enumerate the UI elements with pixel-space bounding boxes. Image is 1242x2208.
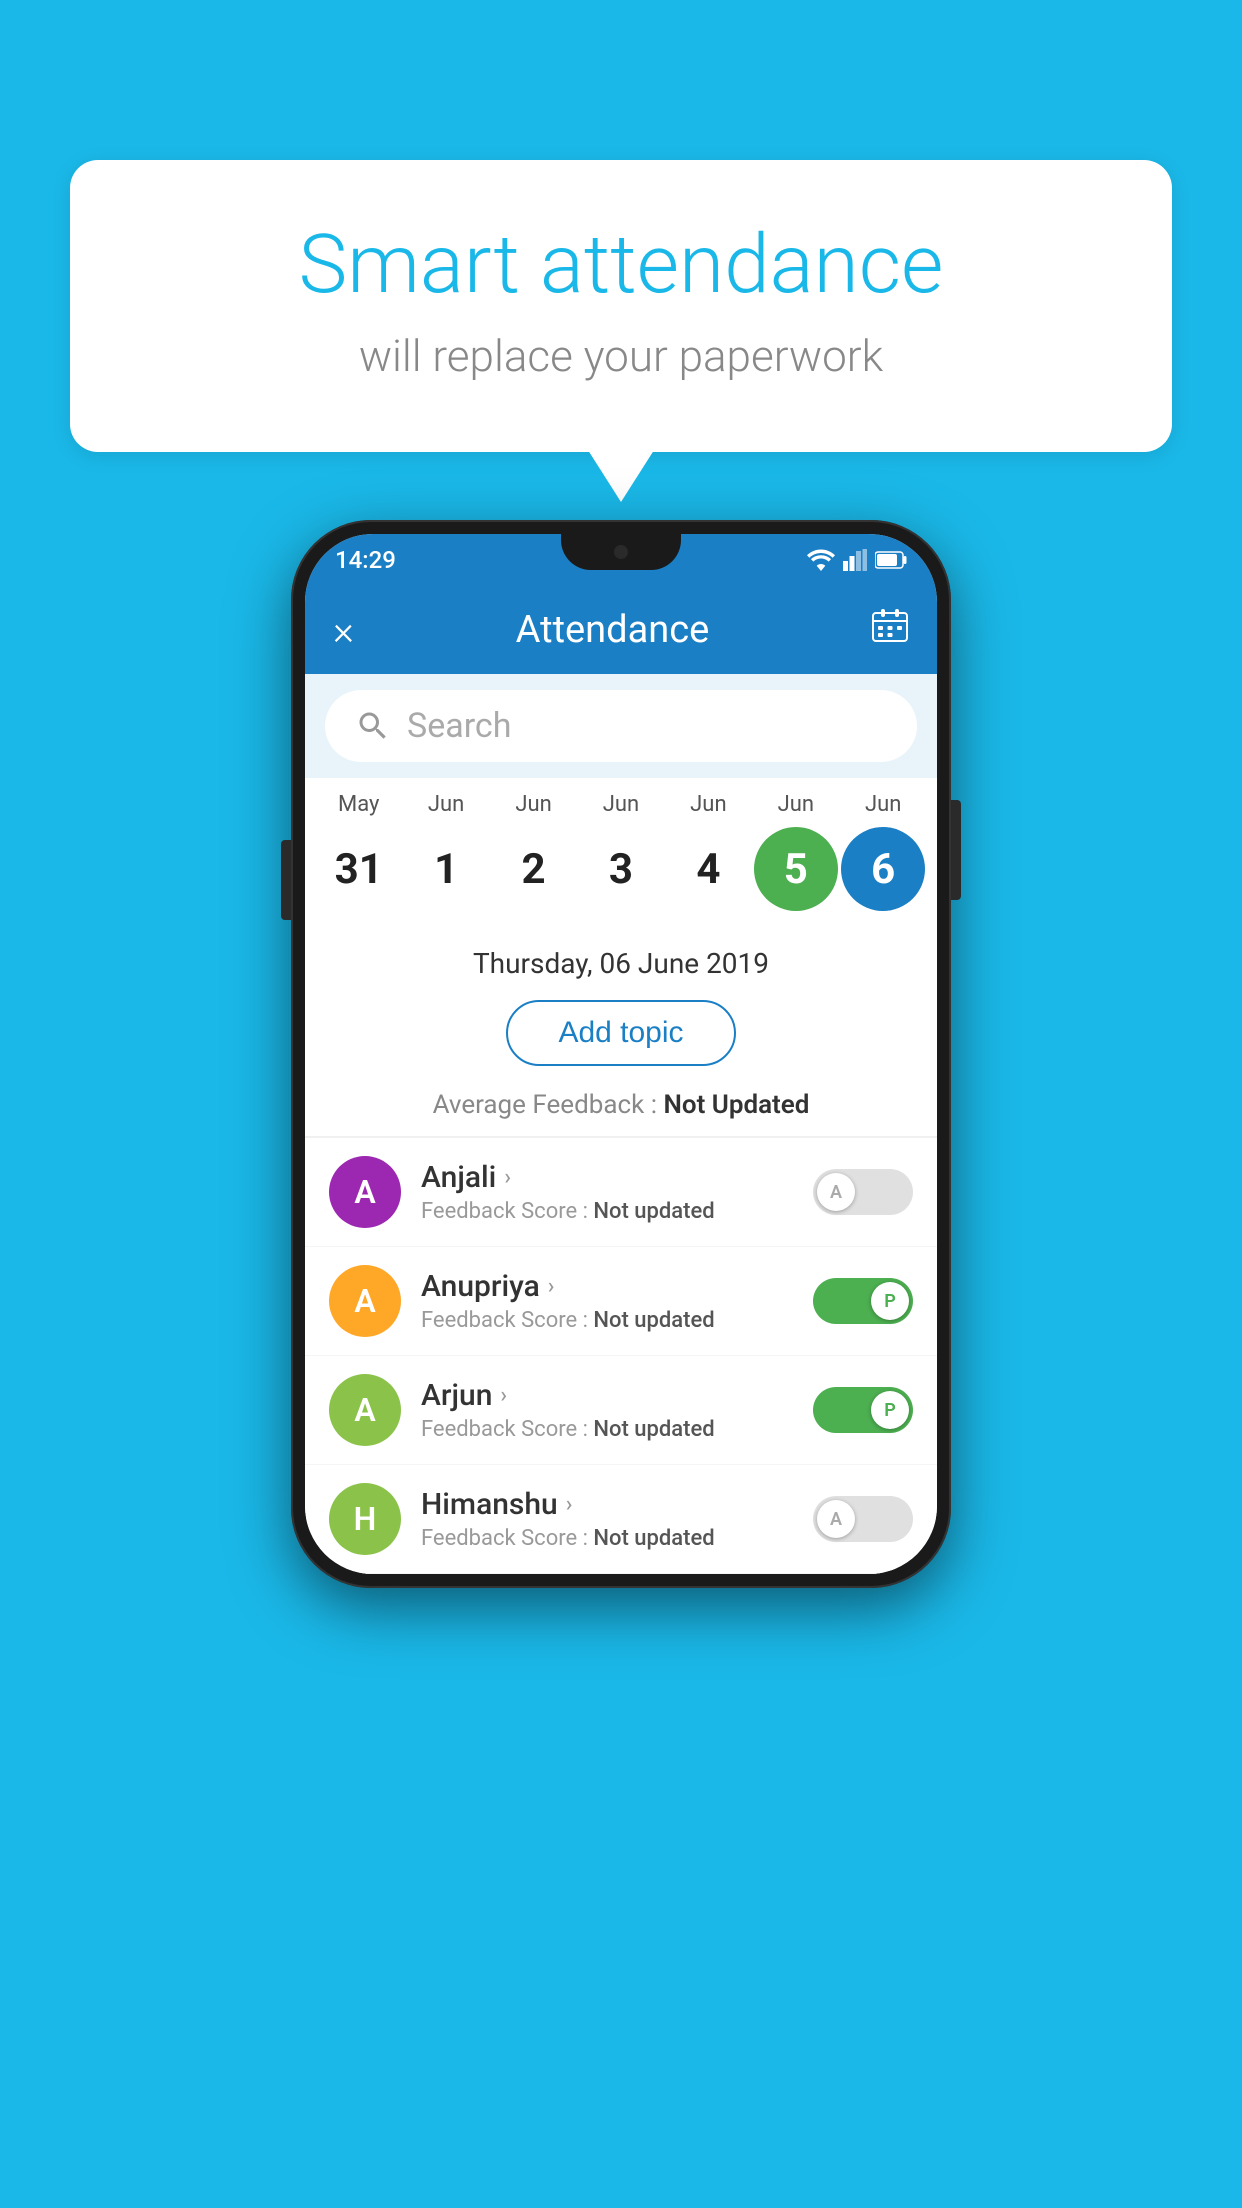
month-0: May <box>317 788 401 821</box>
date-31[interactable]: 31 <box>317 827 401 911</box>
student-info-anupriya[interactable]: Anupriya › Feedback Score : Not updated <box>421 1269 793 1333</box>
toggle-switch-anupriya[interactable]: P <box>813 1278 913 1324</box>
search-placeholder: Search <box>407 706 511 746</box>
toggle-knob-anjali: A <box>817 1173 855 1211</box>
bubble-title: Smart attendance <box>150 220 1092 310</box>
avatar-himanshu: H <box>329 1483 401 1555</box>
month-2: Jun <box>492 788 576 821</box>
chevron-anjali: › <box>504 1165 511 1190</box>
toggle-knob-himanshu: A <box>817 1500 855 1538</box>
toggle-knob-anupriya: P <box>871 1282 909 1320</box>
toggle-anjali[interactable]: A <box>813 1169 913 1215</box>
student-item-anjali: A Anjali › Feedback Score : Not updated … <box>305 1138 937 1247</box>
search-bar[interactable]: Search <box>325 690 917 762</box>
student-item-himanshu: H Himanshu › Feedback Score : Not update… <box>305 1465 937 1574</box>
student-score-anjali: Feedback Score : Not updated <box>421 1199 793 1224</box>
calendar-button[interactable] <box>871 607 909 654</box>
student-item-arjun: A Arjun › Feedback Score : Not updated P <box>305 1356 937 1465</box>
speech-bubble-container: Smart attendance will replace your paper… <box>70 160 1172 452</box>
date-3[interactable]: 3 <box>579 827 663 911</box>
date-4[interactable]: 4 <box>666 827 750 911</box>
toggle-himanshu[interactable]: A <box>813 1496 913 1542</box>
student-score-arjun: Feedback Score : Not updated <box>421 1417 793 1442</box>
chevron-arjun: › <box>500 1383 507 1408</box>
toggle-switch-anjali[interactable]: A <box>813 1169 913 1215</box>
avatar-anupriya: A <box>329 1265 401 1337</box>
feedback-line: Average Feedback : Not Updated <box>305 1084 937 1136</box>
wifi-icon <box>807 549 835 571</box>
student-info-himanshu[interactable]: Himanshu › Feedback Score : Not updated <box>421 1487 793 1551</box>
student-list: A Anjali › Feedback Score : Not updated … <box>305 1138 937 1574</box>
header-title: Attendance <box>516 608 710 652</box>
month-5: Jun <box>754 788 838 821</box>
student-item-anupriya: A Anupriya › Feedback Score : Not update… <box>305 1247 937 1356</box>
phone-outer: 14:29 <box>291 520 951 1588</box>
search-bar-wrap: Search <box>305 674 937 778</box>
phone-screen: 14:29 <box>305 534 937 1574</box>
date-label: Thursday, 06 June 2019 <box>305 931 937 990</box>
feedback-label: Average Feedback : <box>433 1090 664 1120</box>
month-4: Jun <box>666 788 750 821</box>
toggle-anupriya[interactable]: P <box>813 1278 913 1324</box>
month-3: Jun <box>579 788 663 821</box>
notch <box>561 534 681 570</box>
phone-wrapper: 14:29 <box>291 520 951 1588</box>
status-time: 14:29 <box>335 546 396 574</box>
speech-bubble: Smart attendance will replace your paper… <box>70 160 1172 452</box>
toggle-switch-himanshu[interactable]: A <box>813 1496 913 1542</box>
feedback-value: Not Updated <box>663 1090 809 1120</box>
student-score-himanshu: Feedback Score : Not updated <box>421 1526 793 1551</box>
add-topic-section: Add topic <box>305 990 937 1084</box>
date-5-today[interactable]: 5 <box>754 827 838 911</box>
add-topic-button[interactable]: Add topic <box>506 1000 735 1066</box>
battery-icon <box>875 551 907 569</box>
date-1[interactable]: 1 <box>404 827 488 911</box>
month-1: Jun <box>404 788 488 821</box>
toggle-switch-arjun[interactable]: P <box>813 1387 913 1433</box>
month-row: May Jun Jun Jun Jun Jun Jun <box>305 788 937 821</box>
avatar-anjali: A <box>329 1156 401 1228</box>
student-name-arjun: Arjun › <box>421 1378 793 1413</box>
bubble-subtitle: will replace your paperwork <box>150 330 1092 382</box>
student-name-himanshu: Himanshu › <box>421 1487 793 1522</box>
toggle-arjun[interactable]: P <box>813 1387 913 1433</box>
month-6: Jun <box>841 788 925 821</box>
app-header: × Attendance <box>305 586 937 674</box>
calendar-icon <box>871 607 909 645</box>
date-row: 31 1 2 3 4 5 6 <box>305 821 937 911</box>
camera <box>612 543 630 561</box>
student-info-arjun[interactable]: Arjun › Feedback Score : Not updated <box>421 1378 793 1442</box>
date-6-selected[interactable]: 6 <box>841 827 925 911</box>
close-button[interactable]: × <box>333 607 354 654</box>
toggle-knob-arjun: P <box>871 1391 909 1429</box>
student-name-anupriya: Anupriya › <box>421 1269 793 1304</box>
calendar-strip: May Jun Jun Jun Jun Jun Jun 31 1 2 3 4 5… <box>305 778 937 931</box>
date-2[interactable]: 2 <box>492 827 576 911</box>
search-icon <box>355 708 391 744</box>
chevron-himanshu: › <box>566 1492 573 1517</box>
signal-icon <box>843 549 867 571</box>
status-icons <box>807 549 907 571</box>
chevron-anupriya: › <box>548 1274 555 1299</box>
avatar-arjun: A <box>329 1374 401 1446</box>
student-score-anupriya: Feedback Score : Not updated <box>421 1308 793 1333</box>
student-name-anjali: Anjali › <box>421 1160 793 1195</box>
student-info-anjali[interactable]: Anjali › Feedback Score : Not updated <box>421 1160 793 1224</box>
